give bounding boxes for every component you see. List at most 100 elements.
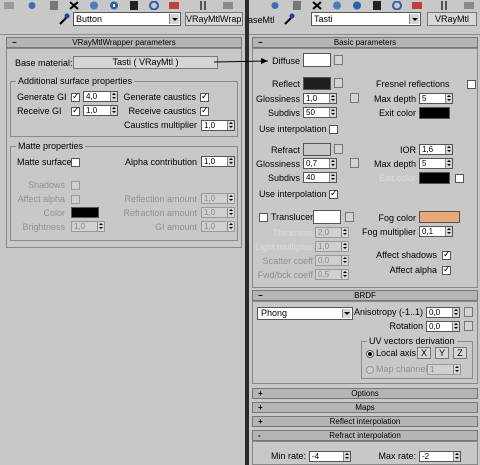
fog-multiplier-spinner[interactable]: 0,1	[419, 226, 453, 237]
receive-gi-spinner[interactable]: 1,0	[83, 105, 118, 116]
refract-map-button[interactable]	[334, 144, 343, 154]
assign-icon[interactable]	[108, 1, 120, 10]
toolbar-icon-8[interactable]	[411, 1, 423, 10]
receive-caustics-checkbox[interactable]: ✓	[200, 105, 209, 116]
toolbar-icon-2[interactable]	[291, 1, 303, 10]
matte-color-swatch[interactable]	[71, 207, 99, 218]
material-name-field[interactable]: Tasti	[311, 12, 421, 26]
alpha-contribution-spinner[interactable]: 1,0	[201, 156, 235, 167]
refract-glossiness-map-button[interactable]	[350, 158, 359, 168]
spinner-arrows-icon[interactable]	[445, 227, 452, 236]
diffuse-map-button[interactable]	[334, 55, 343, 65]
spinner-arrows-icon[interactable]	[110, 106, 117, 115]
toolbar-icon-1[interactable]	[3, 1, 15, 10]
reflect-color-swatch[interactable]	[303, 77, 331, 90]
diffuse-color-swatch[interactable]	[303, 53, 331, 67]
refraction-amount-spinner[interactable]: 1,0	[201, 207, 235, 218]
material-type-button[interactable]: VRayMtl	[427, 12, 477, 26]
translucent-checkbox[interactable]	[259, 213, 268, 222]
ior-spinner[interactable]: 1,6	[419, 144, 453, 155]
spinner-arrows-icon[interactable]	[341, 242, 348, 251]
refract-max-depth-spinner[interactable]: 5	[419, 158, 453, 169]
save-icon[interactable]	[371, 1, 383, 10]
refract-glossiness-spinner[interactable]: 0,7	[303, 158, 337, 169]
caustics-multiplier-spinner[interactable]: 1,0	[201, 120, 235, 131]
reset-icon[interactable]	[391, 1, 403, 10]
spinner-arrows-icon[interactable]	[445, 159, 452, 168]
axis-z-button[interactable]: Z	[453, 347, 467, 359]
refract-exit-color-checkbox[interactable]	[455, 174, 464, 183]
refract-interpolation-checkbox[interactable]: ✓	[329, 188, 338, 199]
receive-gi-checkbox[interactable]: ✓	[71, 105, 80, 116]
brightness-spinner[interactable]: 1,0	[71, 221, 105, 232]
affect-alpha-checkbox[interactable]: ✓	[442, 264, 451, 275]
spinner-arrows-icon[interactable]	[343, 452, 350, 461]
rotation-spinner[interactable]: 0,0	[426, 321, 460, 332]
translucent-map-button[interactable]	[345, 212, 354, 222]
delete-icon[interactable]	[68, 1, 80, 10]
shadows-checkbox[interactable]	[71, 181, 80, 190]
spinner-arrows-icon[interactable]	[329, 159, 336, 168]
reflect-exit-color-swatch[interactable]	[419, 107, 450, 119]
local-axis-radio[interactable]	[366, 350, 374, 358]
toolbar-icon-3[interactable]	[48, 1, 60, 10]
light-multiplier-spinner[interactable]: 1,0	[315, 241, 349, 252]
toolbar-icon-2[interactable]	[26, 1, 38, 10]
reset-icon[interactable]	[148, 1, 160, 10]
chevron-down-icon[interactable]	[342, 309, 351, 318]
maps-rollout[interactable]: + Maps	[252, 402, 478, 413]
toolbar-icon-10[interactable]	[198, 1, 210, 10]
thickness-spinner[interactable]: 2,0	[315, 227, 349, 238]
spinner-arrows-icon[interactable]	[453, 452, 460, 461]
spinner-arrows-icon[interactable]	[227, 157, 234, 166]
basic-parameters-rollout[interactable]: − Basic parameters	[252, 37, 478, 48]
base-material-button[interactable]: Tasti ( VRayMtl )	[73, 56, 218, 69]
spinner-arrows-icon[interactable]	[227, 208, 234, 217]
fresnel-checkbox[interactable]	[467, 80, 476, 89]
wrapper-parameters-rollout[interactable]: − VRayMtlWrapper parameters	[6, 37, 242, 48]
map-channel-radio[interactable]	[366, 366, 374, 374]
material-sphere-icon[interactable]	[331, 1, 343, 10]
rotation-map-button[interactable]	[464, 321, 473, 331]
chevron-down-icon[interactable]	[169, 14, 179, 24]
toolbar-icon-10[interactable]	[463, 1, 475, 10]
glossiness-map-button[interactable]	[350, 93, 359, 103]
save-icon[interactable]	[128, 1, 140, 10]
spinner-arrows-icon[interactable]	[227, 121, 234, 130]
spinner-arrows-icon[interactable]	[341, 228, 348, 237]
fog-color-swatch[interactable]	[419, 211, 460, 223]
spinner-arrows-icon[interactable]	[341, 270, 348, 279]
scatter-coeff-spinner[interactable]: 0,0	[315, 255, 349, 266]
refract-color-swatch[interactable]	[303, 143, 331, 156]
fwd-bck-coeff-spinner[interactable]: 0,5	[315, 269, 349, 280]
material-sphere-icon[interactable]	[88, 1, 100, 10]
refract-subdivs-spinner[interactable]: 40	[303, 172, 337, 183]
spinner-arrows-icon[interactable]	[445, 94, 452, 103]
assign-icon[interactable]	[351, 1, 363, 10]
generate-gi-spinner[interactable]: 4,0	[83, 91, 118, 102]
translucent-color-swatch[interactable]	[313, 210, 341, 224]
refract-exit-color-swatch[interactable]	[419, 172, 450, 184]
reflect-subdivs-spinner[interactable]: 50	[303, 107, 337, 118]
spinner-arrows-icon[interactable]	[452, 308, 459, 317]
generate-caustics-checkbox[interactable]: ✓	[200, 91, 209, 102]
reflect-interpolation-checkbox[interactable]	[329, 125, 338, 134]
anisotropy-spinner[interactable]: 0,0	[426, 307, 460, 318]
reflect-glossiness-spinner[interactable]: 1,0	[303, 93, 337, 104]
eyedropper-icon[interactable]	[282, 12, 296, 26]
reflect-map-button[interactable]	[334, 78, 343, 88]
toolbar-icon-1[interactable]	[269, 1, 281, 10]
toolbar-icon-9[interactable]	[168, 1, 180, 10]
matte-surface-checkbox[interactable]	[71, 158, 80, 167]
eyedropper-icon[interactable]	[57, 12, 71, 26]
delete-icon[interactable]	[311, 1, 323, 10]
reflect-interpolation-rollout[interactable]: + Reflect interpolation	[252, 416, 478, 427]
material-type-button[interactable]: VRayMtlWrapp	[185, 12, 243, 26]
reflect-max-depth-spinner[interactable]: 5	[419, 93, 453, 104]
min-rate-spinner[interactable]: -4	[309, 451, 351, 462]
spinner-arrows-icon[interactable]	[227, 222, 234, 231]
affect-alpha-checkbox[interactable]	[71, 195, 80, 204]
axis-y-button[interactable]: Y	[435, 347, 449, 359]
options-rollout[interactable]: + Options	[252, 388, 478, 399]
spinner-arrows-icon[interactable]	[329, 94, 336, 103]
